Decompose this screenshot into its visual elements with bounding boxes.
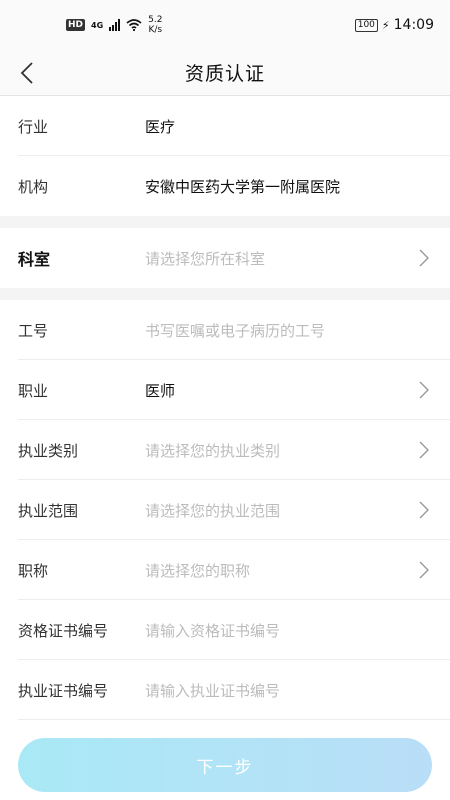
chevron-right-icon — [416, 439, 432, 461]
chevron-right-icon — [416, 499, 432, 521]
qualification-cert-input[interactable]: 请输入资格证书编号 — [145, 620, 432, 641]
occupation-value: 医师 — [145, 381, 176, 400]
speed-value: 5.2 — [148, 15, 163, 25]
employee-id-row[interactable]: 工号 书写医嘱或电子病历的工号 — [0, 300, 450, 360]
chevron-left-icon — [20, 62, 33, 84]
industry-value: 医疗 — [145, 117, 176, 136]
section-divider — [0, 288, 450, 300]
network-speed: 5.2 K/s — [148, 15, 162, 35]
institution-row: 机构 安徽中医药大学第一附属医院 — [0, 156, 450, 216]
practice-cert-row[interactable]: 执业证书编号 请输入执业证书编号 — [0, 660, 450, 720]
charging-icon: ⚡ — [381, 18, 390, 32]
practice-cert-label: 执业证书编号 — [18, 681, 109, 700]
nav-bar: 资质认证 — [0, 50, 450, 96]
qualification-section: 工号 书写医嘱或电子病历的工号 职业 医师 执业类别 请选择您的执业类别 执业范… — [0, 300, 450, 720]
title-row[interactable]: 职称 请选择您的职称 — [0, 540, 450, 600]
practice-scope-row[interactable]: 执业范围 请选择您的执业范围 — [0, 480, 450, 540]
footer: 下一步 — [0, 732, 450, 800]
wifi-icon — [126, 19, 142, 31]
practice-scope-placeholder: 请选择您的执业范围 — [145, 501, 281, 520]
network-type: 4G — [91, 20, 104, 30]
department-label: 科室 — [18, 250, 51, 269]
chevron-right-icon — [416, 247, 432, 269]
employee-id-label: 工号 — [18, 321, 49, 340]
practice-scope-label: 执业范围 — [18, 501, 79, 520]
chevron-right-icon — [416, 559, 432, 581]
department-placeholder: 请选择您所在科室 — [145, 249, 266, 268]
employee-id-input[interactable]: 书写医嘱或电子病历的工号 — [145, 320, 432, 341]
qualification-cert-label: 资格证书编号 — [18, 621, 109, 640]
department-row[interactable]: 科室 请选择您所在科室 — [0, 228, 450, 288]
status-bar: HD 4G 5.2 K/s 100 ⚡ 14:09 — [0, 0, 450, 50]
back-button[interactable] — [12, 58, 42, 88]
signal-icon — [109, 19, 121, 31]
next-step-button[interactable]: 下一步 — [18, 738, 432, 792]
professional-title-placeholder: 请选择您的职称 — [145, 561, 251, 580]
clock: 14:09 — [393, 17, 434, 33]
institution-label: 机构 — [18, 177, 49, 196]
institution-value: 安徽中医药大学第一附属医院 — [145, 177, 341, 196]
section-divider — [0, 216, 450, 228]
occupation-row[interactable]: 职业 医师 — [0, 360, 450, 420]
practice-category-label: 执业类别 — [18, 441, 79, 460]
practice-category-row[interactable]: 执业类别 请选择您的执业类别 — [0, 420, 450, 480]
hd-icon: HD — [66, 19, 86, 31]
industry-row: 行业 医疗 — [0, 96, 450, 156]
professional-title-label: 职称 — [18, 561, 49, 580]
practice-cert-input[interactable]: 请输入执业证书编号 — [145, 680, 432, 701]
occupation-label: 职业 — [18, 381, 49, 400]
industry-label: 行业 — [18, 117, 49, 136]
industry-section: 行业 医疗 机构 安徽中医药大学第一附属医院 — [0, 96, 450, 216]
practice-category-placeholder: 请选择您的执业类别 — [145, 441, 281, 460]
page-title: 资质认证 — [184, 63, 265, 85]
speed-unit: K/s — [148, 25, 163, 35]
battery-icon: 100 — [354, 18, 378, 32]
qualification-cert-row[interactable]: 资格证书编号 请输入资格证书编号 — [0, 600, 450, 660]
chevron-right-icon — [416, 379, 432, 401]
